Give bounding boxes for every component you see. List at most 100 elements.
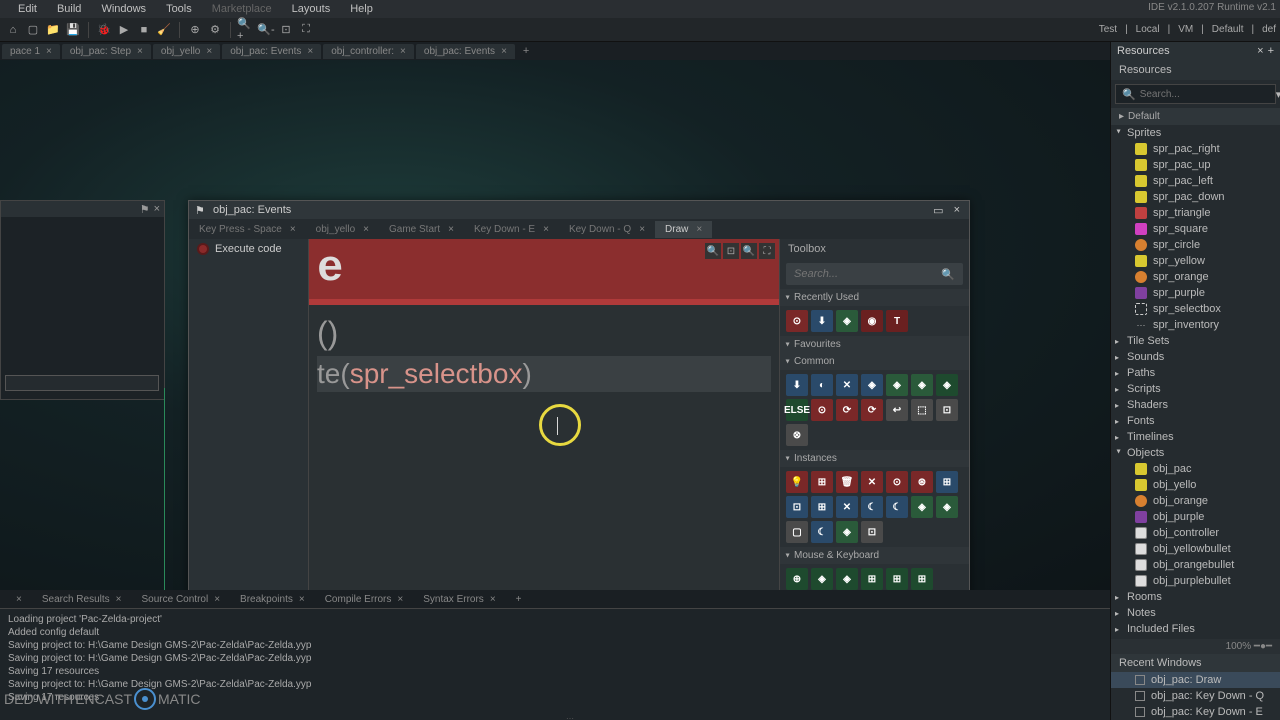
event-tab[interactable]: Key Press - Space× xyxy=(189,221,306,238)
close-icon[interactable]: × xyxy=(696,224,702,235)
workspace-canvas[interactable]: ⚑ × ⚑ obj_pac: Events ▭ × Key Press - Sp… xyxy=(0,60,1110,590)
tb-action-icon[interactable]: ⊕ xyxy=(786,568,808,590)
tb-action-icon[interactable]: ⬇ xyxy=(786,374,808,396)
tb-action-icon[interactable]: ⊞ xyxy=(811,496,833,518)
flag-icon[interactable]: ⚑ xyxy=(140,203,150,216)
tree-item[interactable]: spr_selectbox xyxy=(1111,301,1280,317)
resources-tab[interactable]: Resources × + xyxy=(1111,42,1280,60)
tb-action-icon[interactable]: T xyxy=(886,310,908,332)
close-icon[interactable]: × xyxy=(1257,45,1263,57)
workspace-tab[interactable]: obj_pac: Events× xyxy=(222,44,321,59)
tb-action-icon[interactable]: ✕ xyxy=(861,471,883,493)
close-icon[interactable]: × xyxy=(46,46,52,57)
tb-action-icon[interactable]: ⊡ xyxy=(861,521,883,543)
tb-action-icon[interactable]: ◈ xyxy=(911,374,933,396)
workspace-tab[interactable]: pace 1× xyxy=(2,44,60,59)
event-tab[interactable]: Key Down - Q× xyxy=(559,221,655,238)
close-icon[interactable]: × xyxy=(448,224,454,235)
tb-action-icon[interactable]: ◈ xyxy=(886,374,908,396)
menu-windows[interactable]: Windows xyxy=(91,3,156,15)
tb-action-icon[interactable]: ☾ xyxy=(886,496,908,518)
event-tab[interactable]: Key Down - E× xyxy=(464,221,559,238)
target-icon[interactable]: ⊕ xyxy=(186,21,204,39)
maximize-icon[interactable]: ▭ xyxy=(930,204,946,217)
close-icon[interactable]: × xyxy=(16,594,22,605)
tb-action-icon[interactable]: ☾ xyxy=(861,496,883,518)
tb-action-icon[interactable]: ◈ xyxy=(861,374,883,396)
tree-item[interactable]: spr_yellow xyxy=(1111,253,1280,269)
tb-action-icon[interactable]: ⟳ xyxy=(836,399,858,421)
close-icon[interactable]: × xyxy=(400,46,406,57)
zoom-fit-icon[interactable]: ⊡ xyxy=(723,243,739,259)
zoom-indicator[interactable]: 100% ━●━ xyxy=(1111,639,1280,654)
tree-item[interactable]: obj_purplebullet xyxy=(1111,573,1280,589)
tb-action-icon[interactable]: ⊙ xyxy=(786,310,808,332)
close-icon[interactable]: × xyxy=(363,224,369,235)
tb-action-icon[interactable]: ⊗ xyxy=(786,424,808,446)
zoom-reset-icon[interactable]: ⊡ xyxy=(277,21,295,39)
open-icon[interactable]: 📁 xyxy=(44,21,62,39)
zoom-in-icon[interactable]: 🔍 xyxy=(705,243,721,259)
tb-action-icon[interactable]: ⊡ xyxy=(936,399,958,421)
tb-action-icon[interactable]: ⬚ xyxy=(911,399,933,421)
close-icon[interactable]: × xyxy=(214,594,220,605)
tb-action-icon[interactable]: ⊡ xyxy=(786,496,808,518)
close-icon[interactable]: × xyxy=(490,594,496,605)
resize-handle[interactable]: ⋯ xyxy=(555,714,585,720)
tb-action-icon[interactable]: ◉ xyxy=(861,310,883,332)
tree-tilesets[interactable]: Tile Sets xyxy=(1111,333,1280,349)
tree-item[interactable]: spr_pac_right xyxy=(1111,141,1280,157)
tb-action-icon[interactable]: ⬇ xyxy=(811,310,833,332)
tb-action-icon[interactable]: 💡 xyxy=(786,471,808,493)
workspace-tab[interactable]: obj_pac: Step× xyxy=(62,44,151,59)
tb-action-icon[interactable]: ⊞ xyxy=(911,568,933,590)
code-line[interactable]: () xyxy=(317,315,771,352)
tree-timelines[interactable]: Timelines xyxy=(1111,429,1280,445)
recent-item[interactable]: obj_pac: Draw xyxy=(1111,672,1280,688)
tb-action-icon[interactable]: ◈ xyxy=(936,496,958,518)
tb-action-icon[interactable]: ✕ xyxy=(836,496,858,518)
tree-item[interactable]: obj_controller xyxy=(1111,525,1280,541)
tree-item[interactable]: obj_pac xyxy=(1111,461,1280,477)
tree-item[interactable]: spr_pac_left xyxy=(1111,173,1280,189)
close-icon[interactable]: × xyxy=(137,46,143,57)
toolbox-search-input[interactable] xyxy=(794,268,941,280)
tb-action-icon[interactable]: 🗑 xyxy=(836,471,858,493)
toolbox-section[interactable]: Mouse & Keyboard xyxy=(780,547,969,564)
tree-item[interactable]: spr_pac_down xyxy=(1111,189,1280,205)
tb-action-icon[interactable]: ☾ xyxy=(811,521,833,543)
tree-scripts[interactable]: Scripts xyxy=(1111,381,1280,397)
tree-item[interactable]: spr_circle xyxy=(1111,237,1280,253)
window-titlebar[interactable]: ⚑ obj_pac: Events ▭ × xyxy=(189,201,969,219)
default-config[interactable]: ▸ Default xyxy=(1111,108,1280,125)
zoom-out-icon[interactable]: 🔍 xyxy=(741,243,757,259)
resources-search-input[interactable] xyxy=(1140,89,1272,100)
menu-layouts[interactable]: Layouts xyxy=(282,3,341,15)
clean-icon[interactable]: 🧹 xyxy=(155,21,173,39)
resource-tree[interactable]: Sprites spr_pac_right spr_pac_up spr_pac… xyxy=(1111,125,1280,639)
toolbox-section[interactable]: Instances xyxy=(780,450,969,467)
toolbox-search[interactable]: 🔍 xyxy=(786,263,963,285)
menu-help[interactable]: Help xyxy=(340,3,383,15)
fullscreen-icon[interactable]: ⛶ xyxy=(759,243,775,259)
tb-action-icon[interactable]: ↩ xyxy=(886,399,908,421)
recent-item[interactable]: obj_pac: Key Down - Q xyxy=(1111,688,1280,704)
tb-action-icon[interactable]: ◈ xyxy=(811,568,833,590)
output-panel[interactable]: Loading project 'Pac-Zelda-project' Adde… xyxy=(0,608,1110,720)
add-tab-icon[interactable]: + xyxy=(1268,45,1274,57)
panel-field[interactable] xyxy=(5,375,159,391)
tree-item[interactable]: spr_pac_up xyxy=(1111,157,1280,173)
tree-notes[interactable]: Notes xyxy=(1111,605,1280,621)
expand-icon[interactable]: ⛶ xyxy=(297,21,315,39)
toolbox-section[interactable]: Common xyxy=(780,353,969,370)
close-icon[interactable]: × xyxy=(951,204,963,217)
tb-action-icon[interactable]: ⊛ xyxy=(911,471,933,493)
menu-marketplace[interactable]: Marketplace xyxy=(202,3,282,15)
output-tab[interactable]: Breakpoints× xyxy=(230,592,315,607)
resources-search[interactable]: 🔍 ▾ xyxy=(1115,84,1276,104)
tree-objects[interactable]: Objects xyxy=(1111,445,1280,461)
tree-item[interactable]: spr_square xyxy=(1111,221,1280,237)
zoom-in-icon[interactable]: 🔍+ xyxy=(237,21,255,39)
output-tab[interactable]: Source Control× xyxy=(132,592,231,607)
toolbox-section[interactable]: Favourites xyxy=(780,336,969,353)
